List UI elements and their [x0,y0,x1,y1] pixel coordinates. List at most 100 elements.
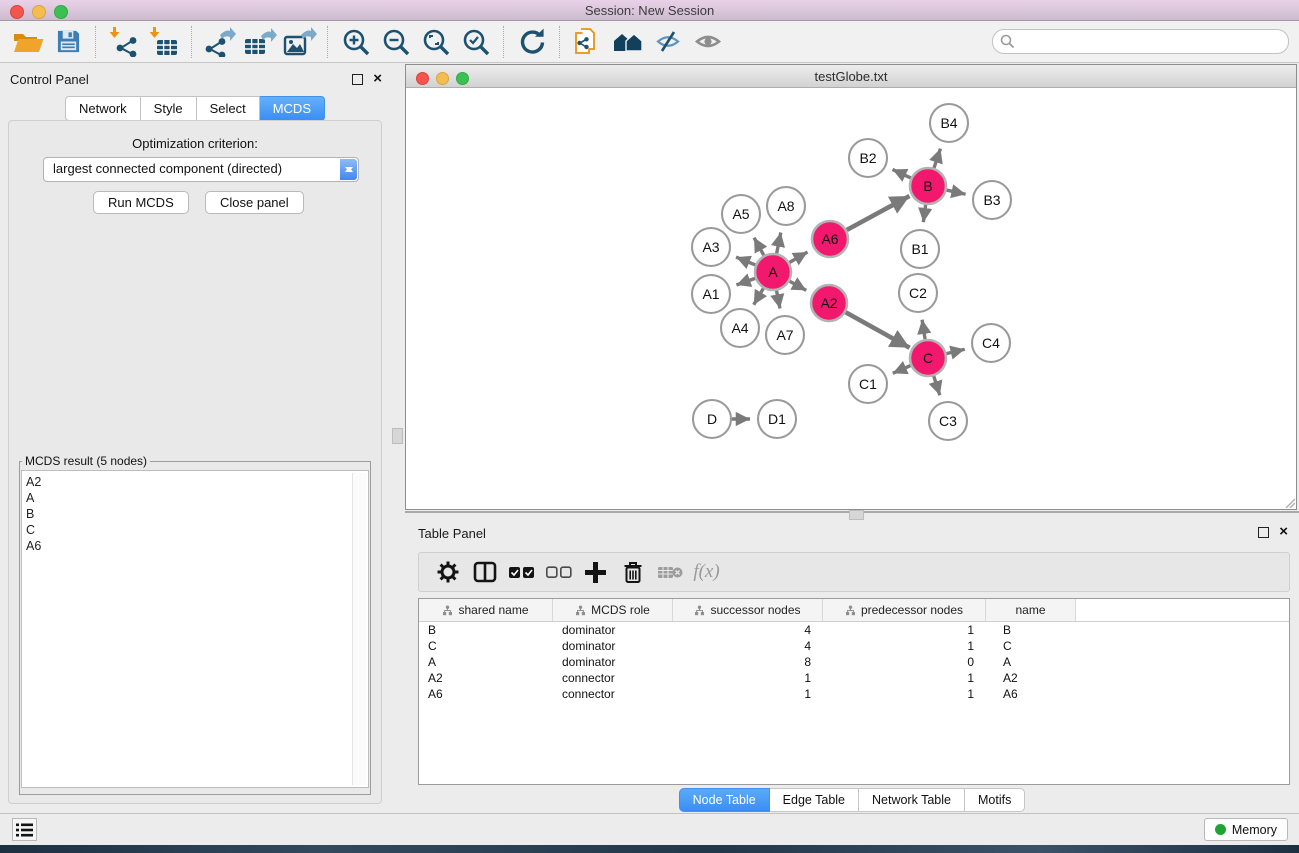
edge-A-A1[interactable] [736,278,755,285]
tab-mcds[interactable]: MCDS [260,96,325,121]
node-B3[interactable]: B3 [973,181,1011,219]
column-header-shared-name[interactable]: shared name [419,599,553,621]
node-D[interactable]: D [693,400,731,438]
search-input[interactable] [1019,31,1283,52]
edge-A-A6[interactable] [789,252,807,262]
home-button[interactable] [608,25,648,59]
edge-A-A8[interactable] [777,232,781,253]
edge-A-A7[interactable] [777,291,780,309]
node-C3[interactable]: C3 [929,402,967,440]
table-row[interactable]: Bdominator41B [419,622,1289,638]
export-image-button[interactable] [280,25,320,59]
column-header-predecessor-nodes[interactable]: predecessor nodes [823,599,986,621]
vertical-splitter-handle[interactable] [392,428,403,444]
task-history-button[interactable] [12,818,37,841]
node-C1[interactable]: C1 [849,365,887,403]
node-A3[interactable]: A3 [692,228,730,266]
table-options-button[interactable] [429,557,466,587]
edge-A-A2[interactable] [790,281,807,290]
zoom-out-button[interactable] [376,25,416,59]
tab-select[interactable]: Select [197,96,260,121]
column-header-name[interactable]: name [986,599,1076,621]
delete-columns-button[interactable] [614,557,651,587]
node-A1[interactable]: A1 [692,275,730,313]
table-row[interactable]: Cdominator41C [419,638,1289,654]
edge-B-B2[interactable] [892,169,910,178]
node-B2[interactable]: B2 [849,139,887,177]
hide-selected-button[interactable] [648,25,688,59]
edge-C-C4[interactable] [946,349,964,353]
edge-C-C2[interactable] [922,320,925,340]
node-A[interactable]: A [755,254,791,290]
mcds-result-list[interactable]: A2ABCA6 [21,470,369,788]
horizontal-splitter-handle[interactable] [849,510,864,520]
node-A4[interactable]: A4 [721,309,759,347]
float-panel-icon[interactable] [352,74,363,85]
add-column-button[interactable] [577,557,614,587]
network-window-titlebar[interactable]: testGlobe.txt [406,65,1296,88]
open-file-button[interactable] [8,25,48,59]
node-A2[interactable]: A2 [811,285,847,321]
result-scrollbar[interactable] [352,473,366,785]
node-D1[interactable]: D1 [758,400,796,438]
criterion-dropdown[interactable]: largest connected component (directed) [43,157,359,182]
refresh-button[interactable] [512,25,552,59]
tab-motifs[interactable]: Motifs [965,788,1025,812]
edge-B-B1[interactable] [923,205,925,222]
node-C[interactable]: C [910,340,946,376]
function-builder-button[interactable]: f(x) [688,557,725,587]
close-panel-icon[interactable]: × [373,73,382,84]
delete-table-button[interactable] [651,557,688,587]
network-canvas[interactable]: B4 B2 B B3 B1 A5A8A6 A3 A A1 C2 A2 A4A7 C C4 C1 C3 D D1 [407,88,1295,508]
show-column-button[interactable] [466,557,503,587]
close-table-panel-icon[interactable]: × [1279,526,1288,537]
run-mcds-button[interactable]: Run MCDS [93,191,189,214]
column-header-MCDS-role[interactable]: MCDS role [553,599,673,621]
zoom-fit-button[interactable] [416,25,456,59]
new-network-from-selection-button[interactable] [568,25,608,59]
edge-A2-C[interactable] [846,312,910,348]
import-table-button[interactable] [144,25,184,59]
table-row[interactable]: Adominator80A [419,654,1289,670]
memory-button[interactable]: Memory [1204,818,1288,841]
tab-node-table[interactable]: Node Table [679,788,770,812]
table-row[interactable]: A2connector11A2 [419,670,1289,686]
tab-edge-table[interactable]: Edge Table [770,788,859,812]
deselect-all-button[interactable] [540,557,577,587]
export-table-button[interactable] [240,25,280,59]
edge-A-A4[interactable] [754,288,764,304]
resize-grip-icon[interactable] [1283,496,1295,508]
network-graph[interactable]: B4 B2 B B3 B1 A5A8A6 A3 A A1 C2 A2 A4A7 C C4 C1 C3 D D1 [407,88,1297,510]
tab-network[interactable]: Network [65,96,141,121]
show-all-button[interactable] [688,25,728,59]
edge-B-B3[interactable] [947,190,966,194]
node-C2[interactable]: C2 [899,274,937,312]
edge-B-B4[interactable] [934,149,940,168]
tab-style[interactable]: Style [141,96,197,121]
export-network-button[interactable] [200,25,240,59]
node-A6[interactable]: A6 [812,221,848,257]
edge-A-A5[interactable] [754,238,764,256]
zoom-in-button[interactable] [336,25,376,59]
select-all-button[interactable] [503,557,540,587]
node-A7[interactable]: A7 [766,316,804,354]
edge-C-C3[interactable] [934,376,940,395]
save-session-button[interactable] [48,25,88,59]
edge-C-C1[interactable] [893,366,911,374]
node-B[interactable]: B [910,168,946,204]
node-C4[interactable]: C4 [972,324,1010,362]
result-item: A6 [26,538,368,554]
import-network-button[interactable] [104,25,144,59]
node-A8[interactable]: A8 [767,187,805,225]
node-B1[interactable]: B1 [901,230,939,268]
column-header-successor-nodes[interactable]: successor nodes [673,599,823,621]
edge-A-A3[interactable] [736,257,755,265]
float-table-panel-icon[interactable] [1258,527,1269,538]
tab-network-table[interactable]: Network Table [859,788,965,812]
edge-A6-B[interactable] [847,196,910,230]
node-B4[interactable]: B4 [930,104,968,142]
close-panel-button[interactable]: Close panel [205,191,304,214]
zoom-selected-button[interactable] [456,25,496,59]
node-A5[interactable]: A5 [722,195,760,233]
table-row[interactable]: A6connector11A6 [419,686,1289,702]
